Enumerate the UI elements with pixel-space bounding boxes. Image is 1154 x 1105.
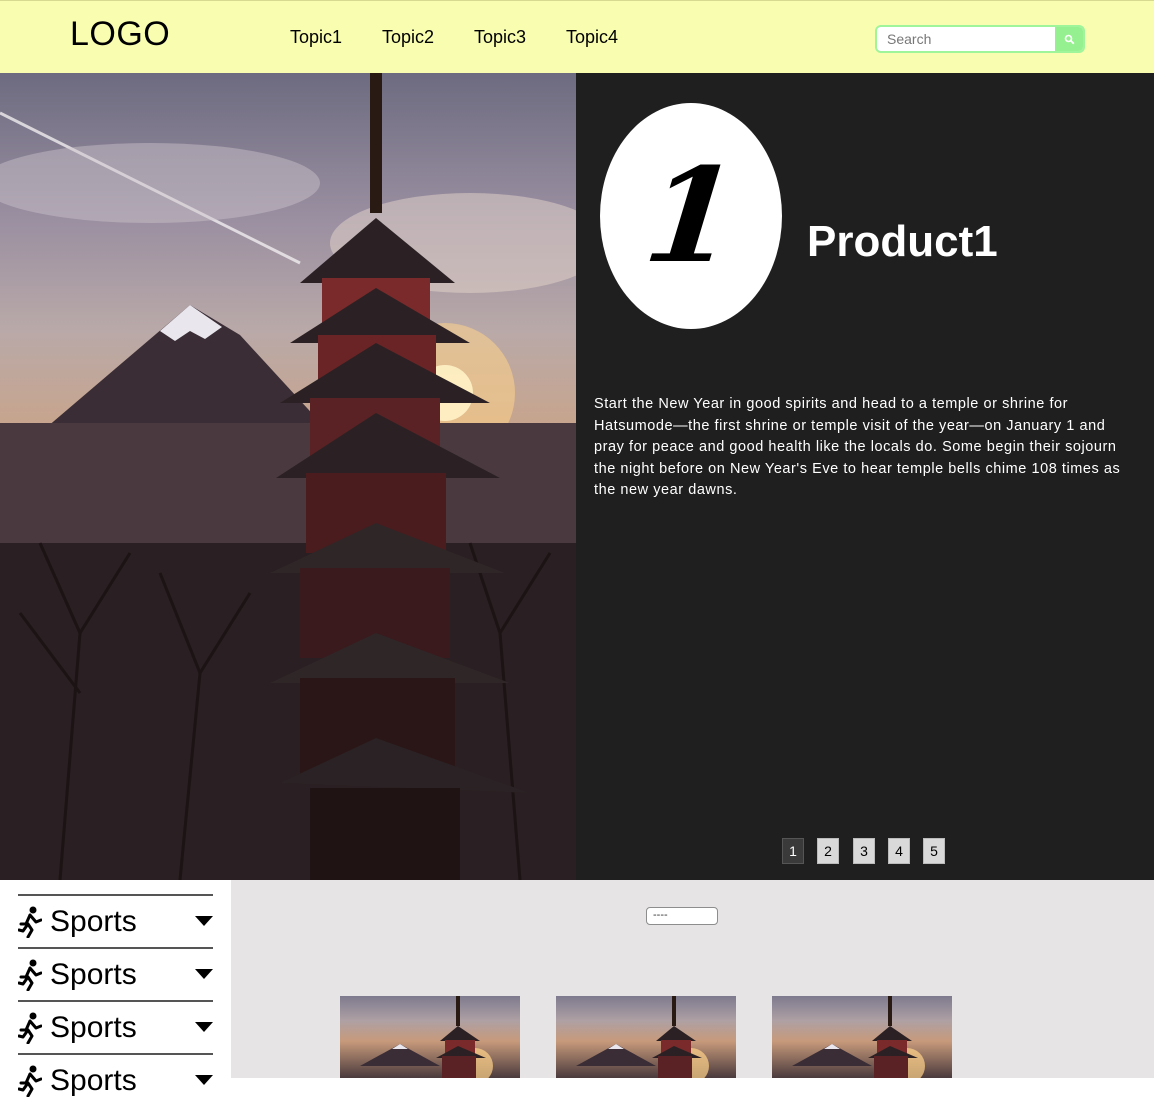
- sidebar-item-label: Sports: [50, 1064, 137, 1097]
- caret-down-icon[interactable]: [195, 916, 213, 926]
- nav-topic3[interactable]: Topic3: [474, 27, 526, 48]
- logo[interactable]: LOGO: [70, 15, 170, 54]
- search-button[interactable]: [1055, 27, 1083, 51]
- caret-down-icon[interactable]: [195, 969, 213, 979]
- caret-down-icon[interactable]: [195, 1022, 213, 1032]
- page-button-5[interactable]: 5: [923, 838, 945, 864]
- sidebar-item-label: Sports: [50, 1011, 137, 1044]
- filter-select[interactable]: ----: [646, 907, 718, 925]
- thumbnail-image[interactable]: [340, 996, 520, 1078]
- running-person-icon: [18, 959, 42, 991]
- hero-image: [0, 73, 576, 880]
- sidebar-item-label: Sports: [50, 905, 137, 938]
- sidebar-item-sports[interactable]: Sports: [18, 1000, 213, 1052]
- search-icon: [1064, 34, 1074, 44]
- running-person-icon: [18, 1012, 42, 1044]
- running-person-icon: [18, 906, 42, 938]
- product-title: Product1: [807, 217, 998, 266]
- badge-number: 1: [637, 139, 745, 292]
- search-box: [875, 25, 1085, 53]
- page-button-1[interactable]: 1: [782, 838, 804, 864]
- page-button-3[interactable]: 3: [853, 838, 875, 864]
- sidebar-item-sports[interactable]: Sports: [18, 1053, 213, 1105]
- sidebar-item-sports[interactable]: Sports: [18, 894, 213, 946]
- thumbnail-image[interactable]: [556, 996, 736, 1078]
- sidebar-item-sports[interactable]: Sports: [18, 947, 213, 999]
- hero-panel: 1 Product1 Start the New Year in good sp…: [576, 73, 1154, 880]
- sidebar: Sports Sports Sports Sports: [0, 880, 231, 1097]
- sidebar-item-label: Sports: [50, 958, 137, 991]
- nav-topic2[interactable]: Topic2: [382, 27, 434, 48]
- nav-topic1[interactable]: Topic1: [290, 27, 342, 48]
- thumbnail-image[interactable]: [772, 996, 952, 1078]
- main-content: ----: [231, 880, 1154, 1078]
- product-description: Start the New Year in good spirits and h…: [594, 396, 1121, 499]
- top-header: LOGO Topic1 Topic2 Topic3 Topic4: [0, 0, 1154, 73]
- nav-topic4[interactable]: Topic4: [566, 27, 618, 48]
- search-input[interactable]: [877, 27, 1055, 51]
- page-button-4[interactable]: 4: [888, 838, 910, 864]
- caret-down-icon[interactable]: [195, 1075, 213, 1085]
- page-button-2[interactable]: 2: [817, 838, 839, 864]
- product-number-badge: 1: [600, 103, 782, 329]
- running-person-icon: [18, 1065, 42, 1097]
